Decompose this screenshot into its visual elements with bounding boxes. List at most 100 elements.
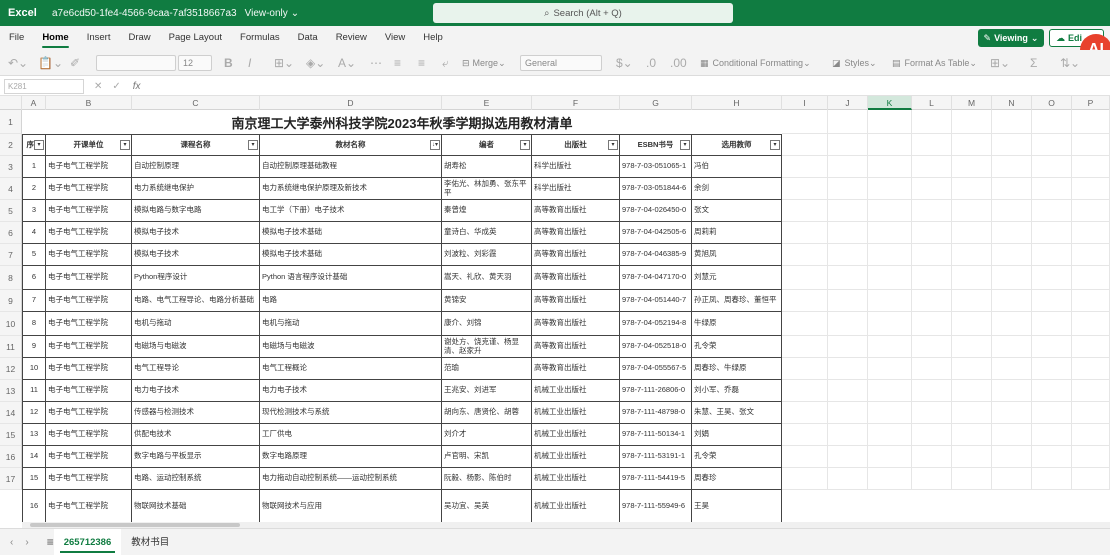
table-cell[interactable]: 黄锦安 xyxy=(442,290,532,312)
column-header-e[interactable]: E xyxy=(442,96,532,110)
grid-cell[interactable] xyxy=(912,446,952,468)
grid-cell[interactable] xyxy=(868,468,912,490)
table-cell[interactable]: 电子电气工程学院 xyxy=(46,358,132,380)
column-header-a[interactable]: A xyxy=(22,96,46,110)
column-header-m[interactable]: M xyxy=(952,96,992,110)
filter-dropdown-icon[interactable]: ▾ xyxy=(34,140,44,150)
font-name-box[interactable] xyxy=(96,55,176,71)
grid-cell[interactable] xyxy=(992,468,1032,490)
tab-view[interactable]: View xyxy=(376,26,414,50)
grid-cell[interactable] xyxy=(1032,134,1072,156)
grid-cell[interactable] xyxy=(952,336,992,358)
table-cell[interactable]: 电路、运动控制系统 xyxy=(132,468,260,490)
grid-cell[interactable] xyxy=(868,446,912,468)
table-cell[interactable]: 978-7-04-046385-9 xyxy=(620,244,692,266)
grid-cell[interactable] xyxy=(912,178,952,200)
grid-cell[interactable] xyxy=(828,110,868,134)
grid-cell[interactable] xyxy=(912,402,952,424)
grid-cell[interactable] xyxy=(992,424,1032,446)
table-cell[interactable]: 电子电气工程学院 xyxy=(46,446,132,468)
grid-cell[interactable] xyxy=(952,402,992,424)
row-header[interactable]: 4 xyxy=(0,178,22,200)
format-painter-icon[interactable]: ✐ xyxy=(70,55,80,71)
row-header[interactable]: 9 xyxy=(0,290,22,312)
table-cell[interactable]: 胡寿松 xyxy=(442,156,532,178)
grid-cell[interactable] xyxy=(1032,222,1072,244)
grid-cell[interactable] xyxy=(782,134,828,156)
active-cell[interactable] xyxy=(868,96,912,110)
grid-cell[interactable] xyxy=(912,110,952,134)
table-cell[interactable]: 谢处方、饶克谨、杨显清、赵家升 xyxy=(442,336,532,358)
grid-cell[interactable] xyxy=(992,358,1032,380)
next-sheet-icon[interactable]: › xyxy=(25,537,28,548)
tab-home[interactable]: Home xyxy=(33,26,77,50)
grid-cell[interactable] xyxy=(992,380,1032,402)
row-header[interactable]: 15 xyxy=(0,424,22,446)
grid-cell[interactable] xyxy=(912,358,952,380)
column-header-g[interactable]: G xyxy=(620,96,692,110)
grid-cell[interactable] xyxy=(1032,402,1072,424)
grid-cell[interactable] xyxy=(828,156,868,178)
grid-cell[interactable] xyxy=(1072,290,1110,312)
grid-cell[interactable] xyxy=(1072,446,1110,468)
column-header-d[interactable]: D xyxy=(260,96,442,110)
table-cell[interactable]: 机械工业出版社 xyxy=(532,424,620,446)
grid-cell[interactable] xyxy=(952,446,992,468)
table-cell[interactable]: 工厂供电 xyxy=(260,424,442,446)
table-cell[interactable]: 电子电气工程学院 xyxy=(46,312,132,336)
grid-cell[interactable] xyxy=(992,178,1032,200)
row-header[interactable]: 16 xyxy=(0,446,22,468)
grid-cell[interactable] xyxy=(952,358,992,380)
scroll-thumb[interactable] xyxy=(30,523,240,527)
fill-color-icon[interactable]: ◈⌄ xyxy=(306,55,325,71)
grid-cell[interactable] xyxy=(1072,244,1110,266)
table-cell[interactable]: 978-7-111-54419-5 xyxy=(620,468,692,490)
grid-cell[interactable] xyxy=(868,156,912,178)
table-cell[interactable]: 李佑光、林加勇、张东平平 xyxy=(442,178,532,200)
grid-cell[interactable] xyxy=(868,358,912,380)
table-cell[interactable]: 6 xyxy=(22,266,46,290)
table-cell[interactable]: 高等教育出版社 xyxy=(532,336,620,358)
grid-cell[interactable] xyxy=(782,358,828,380)
decimal-icon[interactable]: .0 xyxy=(646,55,656,71)
format-as-table-button[interactable]: ▤ Format As Table ⌄ xyxy=(892,55,977,71)
grid-cell[interactable] xyxy=(782,468,828,490)
table-cell[interactable]: 高等教育出版社 xyxy=(532,266,620,290)
table-cell[interactable]: 978-7-03-051844-6 xyxy=(620,178,692,200)
grid-cell[interactable] xyxy=(868,200,912,222)
grid-cell[interactable] xyxy=(912,200,952,222)
table-cell[interactable]: 电子电气工程学院 xyxy=(46,490,132,524)
table-header-cell[interactable]: 课程名称 ▾ xyxy=(132,134,260,156)
grid-cell[interactable] xyxy=(992,110,1032,134)
grid-cell[interactable] xyxy=(992,244,1032,266)
align-left-icon[interactable]: ≡ xyxy=(394,55,401,71)
conditional-formatting-button[interactable]: ▦ Conditional Formatting ⌄ xyxy=(700,55,811,71)
table-cell[interactable]: 机械工业出版社 xyxy=(532,380,620,402)
italic-icon[interactable]: I xyxy=(248,55,251,71)
grid-cell[interactable] xyxy=(1072,266,1110,290)
bold-icon[interactable]: B xyxy=(224,55,233,71)
grid-cell[interactable] xyxy=(782,336,828,358)
filter-dropdown-icon[interactable]: ▾ xyxy=(770,140,780,150)
table-cell[interactable]: 科学出版社 xyxy=(532,156,620,178)
column-header-p[interactable]: P xyxy=(1072,96,1110,110)
table-cell[interactable]: 自动控制原理基础教程 xyxy=(260,156,442,178)
table-cell[interactable]: 模拟电子技术基础 xyxy=(260,222,442,244)
grid-cell[interactable] xyxy=(952,156,992,178)
table-cell[interactable]: 14 xyxy=(22,446,46,468)
sheet-tab[interactable]: 教材书目 xyxy=(121,529,179,555)
grid-cell[interactable] xyxy=(782,178,828,200)
table-cell[interactable]: 电工学（下册）电子技术 xyxy=(260,200,442,222)
table-cell[interactable]: 978-7-111-26806-0 xyxy=(620,380,692,402)
table-header-cell[interactable]: ESBN书号 ▾ xyxy=(620,134,692,156)
grid-cell[interactable] xyxy=(828,380,868,402)
table-cell[interactable]: 978-7-111-55949-6 xyxy=(620,490,692,524)
table-cell[interactable]: 12 xyxy=(22,402,46,424)
column-header-i[interactable]: I xyxy=(782,96,828,110)
grid-cell[interactable] xyxy=(1032,290,1072,312)
grid-cell[interactable] xyxy=(868,312,912,336)
currency-icon[interactable]: $⌄ xyxy=(616,55,633,71)
table-cell[interactable]: 黄旭凤 xyxy=(692,244,782,266)
grid-cell[interactable] xyxy=(1032,178,1072,200)
table-cell[interactable]: 刘小军、乔磊 xyxy=(692,380,782,402)
